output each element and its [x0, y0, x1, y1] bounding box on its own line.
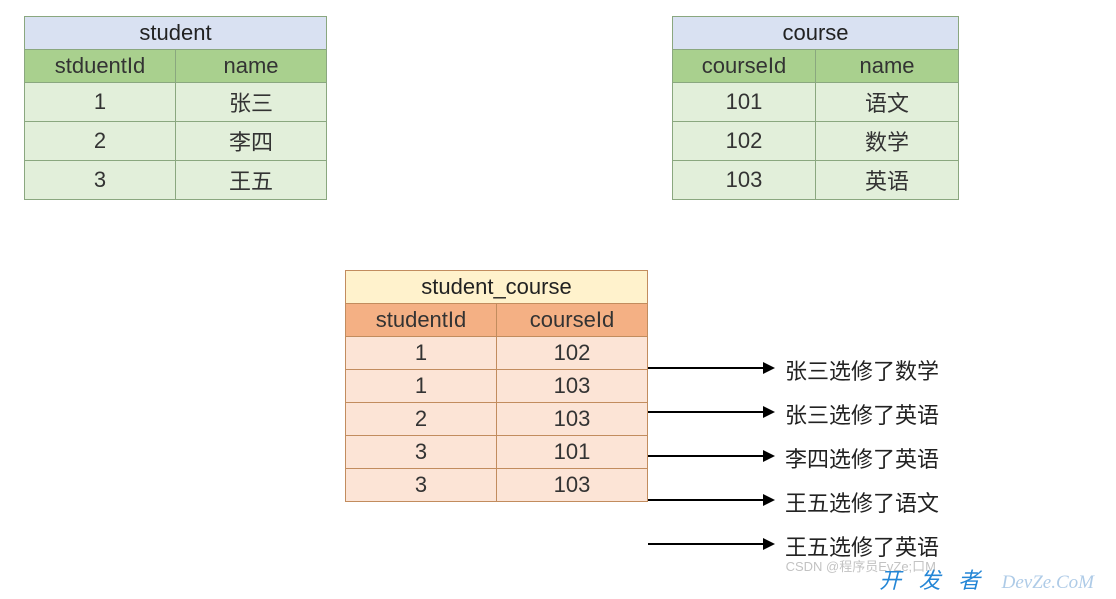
course-table-title: course [673, 17, 959, 50]
table-row: 1 103 [346, 370, 648, 403]
student-course-table: student_course studentId courseId 1 102 … [345, 270, 648, 502]
table-row: 3 101 [346, 436, 648, 469]
course-header-id: courseId [673, 50, 816, 83]
watermark-csdn: CSDN @程序员EvZe;口M [786, 556, 936, 575]
student-table: student stduentId name 1 张三 2 李四 3 王五 [24, 16, 327, 200]
student-header-name: name [176, 50, 327, 83]
annotation-text: 李四选修了英语 [785, 442, 939, 474]
table-row: 1 张三 [25, 83, 327, 122]
student-header-id: stduentId [25, 50, 176, 83]
course-table: course courseId name 101 语文 102 数学 103 英… [672, 16, 959, 200]
sc-header-cid: courseId [497, 304, 648, 337]
sc-header-sid: studentId [346, 304, 497, 337]
table-row: 1 102 [346, 337, 648, 370]
student-table-title: student [25, 17, 327, 50]
table-row: 2 103 [346, 403, 648, 436]
student-course-table-title: student_course [346, 271, 648, 304]
table-row: 102 数学 [673, 122, 959, 161]
table-row: 103 英语 [673, 161, 959, 200]
annotation-text: 张三选修了数学 [785, 354, 939, 386]
table-row: 101 语文 [673, 83, 959, 122]
table-row: 2 李四 [25, 122, 327, 161]
course-header-name: name [816, 50, 959, 83]
table-row: 3 103 [346, 469, 648, 502]
annotation-text: 张三选修了英语 [785, 398, 939, 430]
annotation-text: 王五选修了语文 [785, 486, 939, 518]
table-row: 3 王五 [25, 161, 327, 200]
